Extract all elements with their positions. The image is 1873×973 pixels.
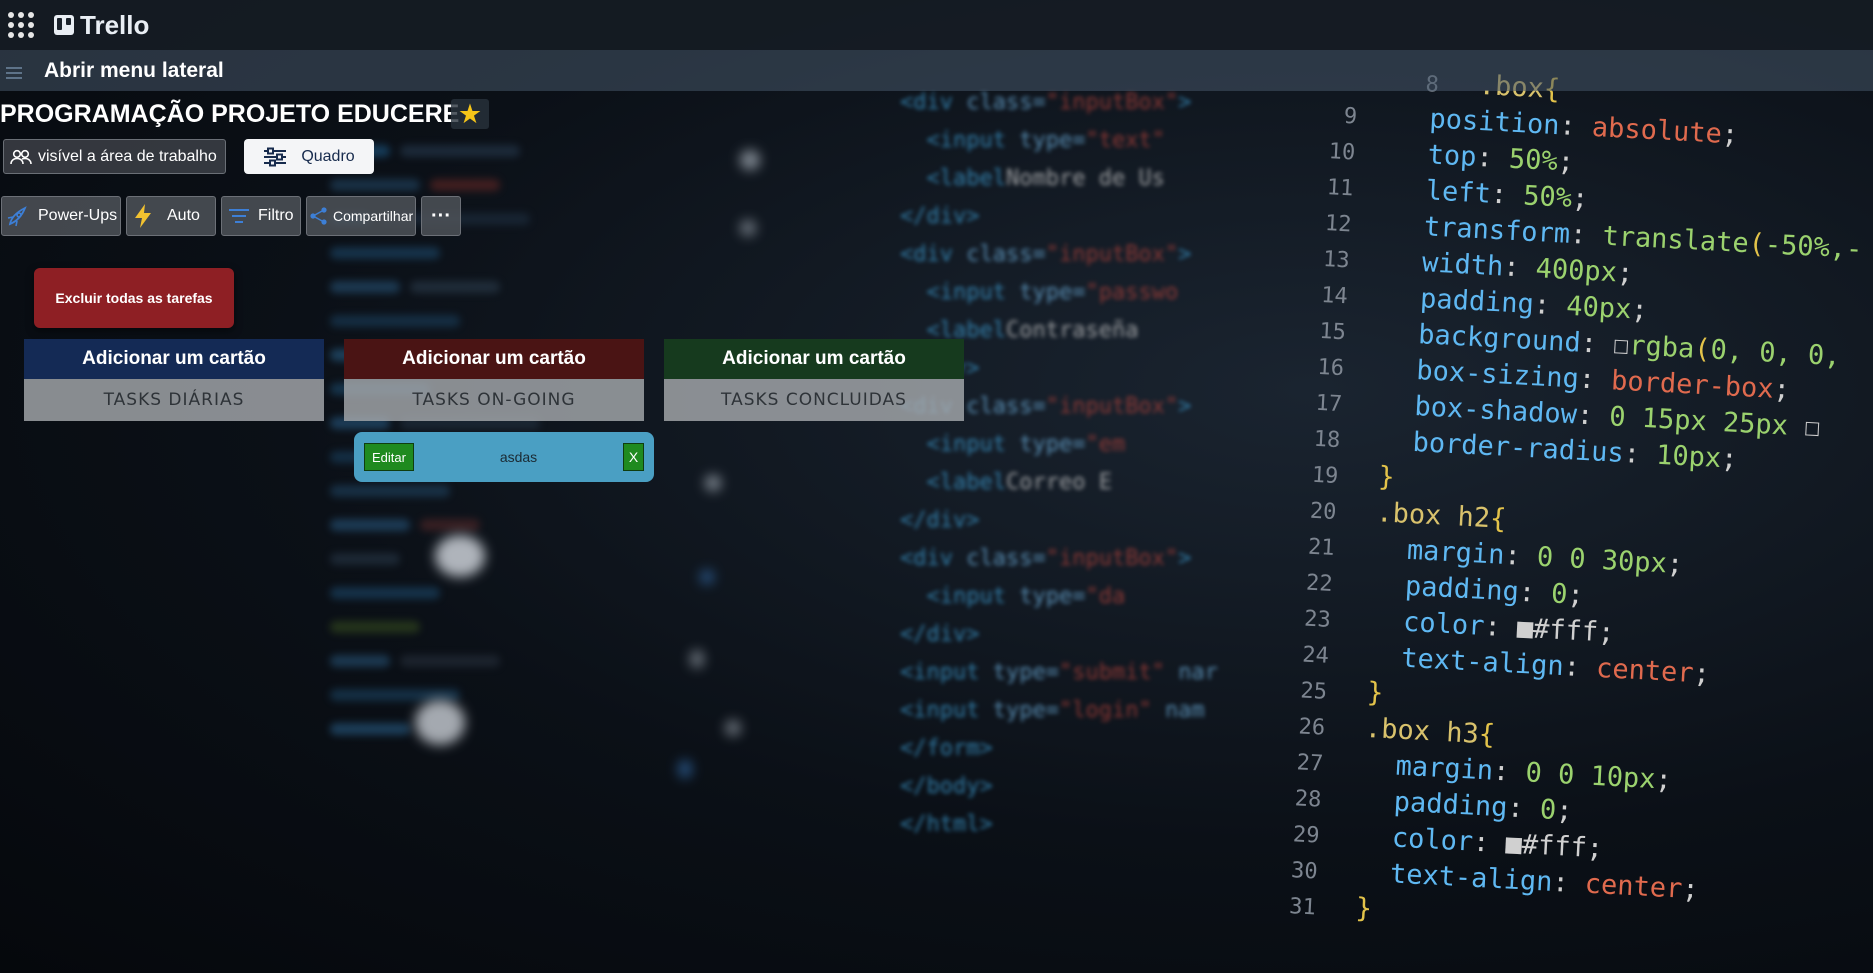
sidebar-toggle-label[interactable]: Abrir menu lateral bbox=[44, 59, 224, 83]
top-navigation-bar: Trello bbox=[0, 0, 1873, 50]
trello-logo[interactable]: Trello bbox=[54, 10, 149, 41]
card-text: asdas bbox=[499, 449, 538, 465]
sliders-icon bbox=[264, 147, 287, 166]
background-bokeh bbox=[690, 650, 704, 668]
board-title[interactable]: PROGRAMAÇÃO PROJETO EDUCERE bbox=[0, 100, 459, 129]
more-dots-icon: ··· bbox=[431, 204, 451, 227]
task-card[interactable]: Editar asdas X bbox=[354, 432, 654, 482]
share-button[interactable]: Compartilhar bbox=[306, 196, 416, 236]
list-column: Adicionar um cartão TASKS DIÁRIAS bbox=[24, 339, 324, 421]
app-switcher-icon[interactable] bbox=[6, 10, 36, 40]
board-view-label: Quadro bbox=[301, 147, 355, 165]
background-bokeh bbox=[705, 475, 721, 491]
trello-logo-text: Trello bbox=[80, 9, 150, 40]
automation-label: Auto bbox=[167, 207, 200, 224]
add-card-label: Adicionar um cartão bbox=[722, 348, 906, 369]
background-bokeh bbox=[415, 700, 465, 745]
add-card-button[interactable]: Adicionar um cartão bbox=[344, 339, 644, 379]
star-icon: ★ bbox=[457, 98, 483, 130]
visibility-label: visível a área de trabalho bbox=[38, 147, 217, 165]
background-blurred-code-left bbox=[330, 140, 730, 940]
background-bokeh bbox=[700, 570, 714, 584]
background-bokeh bbox=[725, 720, 741, 736]
add-card-label: Adicionar um cartão bbox=[402, 348, 586, 369]
background-css-code: 8.box{ 9 position: absolute; 10 top: 50%… bbox=[1288, 70, 1864, 925]
edit-card-button[interactable]: Editar bbox=[364, 443, 414, 471]
filter-button[interactable]: Filtro bbox=[221, 196, 301, 236]
background-bokeh bbox=[740, 220, 756, 236]
add-card-button[interactable]: Adicionar um cartão bbox=[24, 339, 324, 379]
star-board-button[interactable]: ★ bbox=[451, 98, 489, 130]
list-name: TASKS CONCLUIDAS bbox=[664, 379, 964, 421]
trello-logo-icon bbox=[54, 15, 74, 35]
background-bokeh bbox=[740, 150, 760, 170]
background-bokeh bbox=[678, 760, 692, 778]
delete-card-button[interactable]: X bbox=[623, 443, 644, 471]
filter-label: Filtro bbox=[258, 207, 294, 224]
list-name: TASKS DIÁRIAS bbox=[24, 379, 324, 421]
background-bokeh bbox=[435, 535, 485, 577]
sidebar-toggle-bar[interactable]: Abrir menu lateral bbox=[0, 50, 1873, 91]
hamburger-icon[interactable] bbox=[6, 66, 22, 79]
list-column: Adicionar um cartão TASKS ON-GOING bbox=[344, 339, 644, 421]
powerups-label: Power-Ups bbox=[38, 207, 118, 224]
add-card-label: Adicionar um cartão bbox=[82, 348, 266, 369]
share-icon bbox=[310, 207, 327, 225]
people-icon bbox=[10, 149, 32, 164]
filter-icon bbox=[229, 209, 249, 223]
lightning-icon bbox=[135, 204, 151, 228]
board-view-button[interactable]: Quadro bbox=[244, 139, 374, 174]
powerups-button[interactable]: Power-Ups bbox=[1, 196, 121, 236]
more-options-button[interactable]: ··· bbox=[421, 196, 461, 236]
visibility-button[interactable]: visível a área de trabalho bbox=[3, 139, 226, 174]
delete-all-tasks-button[interactable]: Excluir todas as tarefas bbox=[34, 268, 234, 328]
delete-all-tasks-label: Excluir todas as tarefas bbox=[55, 290, 213, 306]
add-card-button[interactable]: Adicionar um cartão bbox=[664, 339, 964, 379]
share-label: Compartilhar bbox=[333, 208, 414, 224]
list-column: Adicionar um cartão TASKS CONCLUIDAS bbox=[664, 339, 964, 421]
list-name: TASKS ON-GOING bbox=[344, 379, 644, 421]
automation-button[interactable]: Auto bbox=[126, 196, 216, 236]
rocket-icon bbox=[7, 206, 27, 227]
